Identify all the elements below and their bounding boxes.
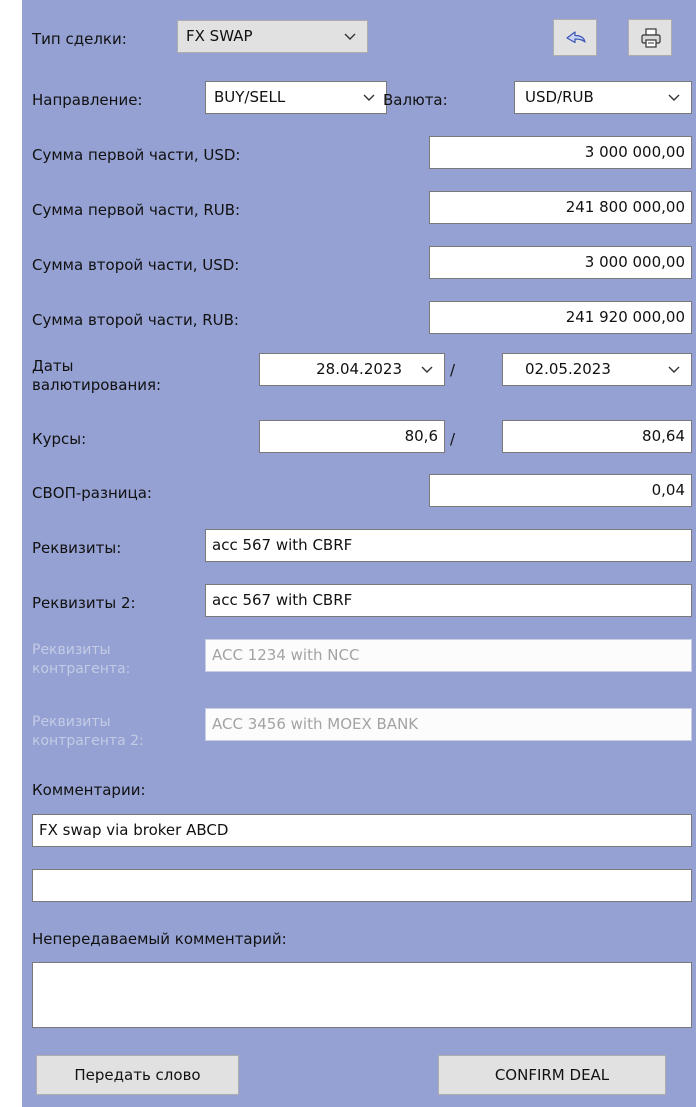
currency-label: Валюта:: [383, 91, 448, 109]
second-value-date-picker[interactable]: 02.05.2023: [502, 353, 692, 386]
deal-type-select[interactable]: FX SWAP: [177, 20, 368, 53]
currency-value: USD/RUB: [525, 88, 594, 106]
date-separator: /: [450, 361, 456, 379]
first-leg-rub-field[interactable]: 241 800 000,00: [429, 191, 692, 224]
cp-requisites-label: Реквизиты: [32, 642, 111, 658]
rate-separator: /: [450, 430, 456, 448]
first-leg-usd-field[interactable]: 3 000 000,00: [429, 136, 692, 169]
amount-label: Сумма первой части, USD:: [32, 146, 241, 164]
first-value-date-picker[interactable]: 28.04.2023: [259, 353, 445, 386]
cp-requisites2-label: Реквизиты: [32, 714, 111, 730]
deal-form-panel: Тип сделки: FX SWAP Направление: BUY/SEL…: [22, 0, 696, 1107]
deal-type-value: FX SWAP: [186, 27, 253, 45]
undo-arrow-icon: [566, 31, 586, 44]
second-rate-field[interactable]: 80,64: [502, 420, 692, 453]
amount-label: Сумма первой части, RUB:: [32, 201, 241, 219]
chevron-down-icon: [344, 33, 356, 40]
private-comment-label: Непередаваемый комментарий:: [32, 930, 287, 948]
cp-requisites-field: ACC 1234 with NCC: [205, 639, 692, 672]
first-rate-field[interactable]: 80,6: [259, 420, 445, 453]
deal-type-label: Тип сделки:: [32, 30, 127, 48]
requisites-label: Реквизиты:: [32, 539, 122, 557]
comment-line1-field[interactable]: FX swap via broker ABCD: [32, 814, 692, 847]
requisites-field[interactable]: acc 567 with CBRF: [205, 529, 692, 562]
second-value-date: 02.05.2023: [525, 360, 611, 378]
currency-select[interactable]: USD/RUB: [514, 81, 692, 114]
amount-label: Сумма второй части, RUB:: [32, 311, 239, 329]
rates-label: Курсы:: [32, 430, 87, 448]
chevron-down-icon: [421, 366, 433, 373]
first-value-date: 28.04.2023: [316, 360, 402, 378]
swap-diff-field[interactable]: 0,04: [429, 474, 692, 507]
confirm-deal-button[interactable]: CONFIRM DEAL: [438, 1055, 666, 1095]
requisites2-label: Реквизиты 2:: [32, 594, 136, 612]
second-leg-usd-field[interactable]: 3 000 000,00: [429, 246, 692, 279]
chevron-down-icon: [668, 94, 680, 101]
print-button[interactable]: [628, 19, 672, 56]
cp-requisites-label-2: контрагента:: [32, 661, 131, 677]
second-leg-rub-field[interactable]: 241 920 000,00: [429, 301, 692, 334]
cp-requisites2-field: ACC 3456 with MOEX BANK: [205, 708, 692, 741]
direction-select[interactable]: BUY/SELL: [205, 81, 387, 114]
swap-diff-label: СВОП-разница:: [32, 484, 152, 502]
direction-label: Направление:: [32, 91, 143, 109]
pass-word-button[interactable]: Передать слово: [36, 1055, 239, 1095]
value-dates-label-2: валютирования:: [32, 376, 162, 394]
amount-label: Сумма второй части, USD:: [32, 256, 240, 274]
value-dates-label: Даты: [32, 357, 74, 375]
back-button[interactable]: [553, 19, 597, 56]
chevron-down-icon: [363, 94, 375, 101]
private-comment-field[interactable]: [32, 962, 692, 1028]
printer-icon: [641, 28, 661, 48]
direction-value: BUY/SELL: [214, 88, 286, 106]
chevron-down-icon: [668, 366, 680, 373]
comment-line2-field[interactable]: [32, 869, 692, 902]
requisites2-field[interactable]: acc 567 with CBRF: [205, 584, 692, 617]
comments-label: Комментарии:: [32, 781, 146, 799]
cp-requisites2-label-2: контрагента 2:: [32, 733, 144, 749]
